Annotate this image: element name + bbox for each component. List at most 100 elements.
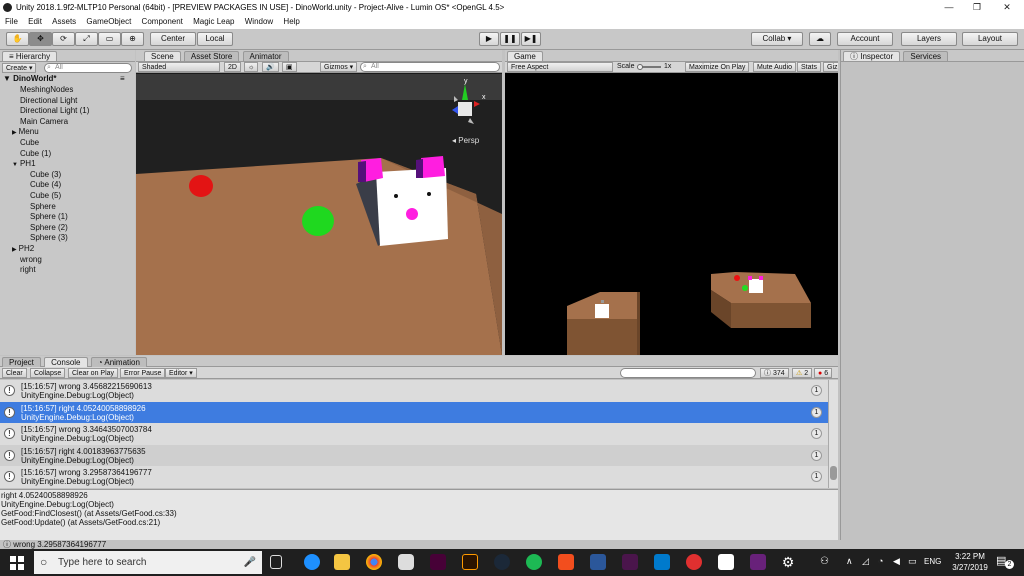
step-button[interactable]: ▶❚: [521, 32, 541, 46]
effects-icon[interactable]: ▣: [282, 62, 297, 72]
console-collapse-button[interactable]: Collapse: [30, 368, 66, 378]
maximize-button[interactable]: ❐: [962, 0, 992, 15]
scene-root-item[interactable]: ▼ DinoWorld*: [3, 74, 57, 84]
layout-dropdown[interactable]: Layout: [962, 32, 1018, 46]
tab-animator[interactable]: Animator: [242, 51, 289, 61]
battery-icon[interactable]: ▭: [908, 556, 917, 567]
console-clear-button[interactable]: Clear: [2, 368, 27, 378]
shading-mode-dropdown[interactable]: Shaded: [138, 62, 220, 72]
light-icon[interactable]: ☼: [244, 62, 259, 72]
hierarchy-create-dropdown[interactable]: Create ▾: [2, 63, 37, 73]
maximize-on-play-toggle[interactable]: Maximize On Play: [685, 62, 750, 72]
audio-icon[interactable]: 🔊: [262, 62, 279, 72]
aspect-dropdown[interactable]: Free Aspect: [507, 62, 613, 72]
file-explorer-icon[interactable]: [334, 554, 350, 570]
hierarchy-item[interactable]: MeshingNodes: [20, 85, 73, 95]
adobe-xd-icon[interactable]: [430, 554, 446, 570]
vscode-icon[interactable]: [654, 554, 670, 570]
menu-edit[interactable]: Edit: [28, 17, 42, 26]
hierarchy-item[interactable]: ▶ PH2: [12, 244, 34, 255]
menu-window[interactable]: Window: [245, 17, 273, 26]
menu-assets[interactable]: Assets: [52, 17, 76, 26]
console-log-row[interactable]: ! [15:16:57] wrong 3.45682215690613 UnityE…: [0, 380, 828, 401]
scale-slider-handle[interactable]: [637, 64, 643, 70]
chrome-icon[interactable]: [366, 554, 382, 570]
scene-search-input[interactable]: ⌕ All: [360, 62, 500, 72]
stats-toggle[interactable]: Stats: [797, 62, 821, 72]
tab-console[interactable]: Console: [44, 357, 88, 367]
edge-icon[interactable]: [304, 554, 320, 570]
app-icon[interactable]: [398, 554, 414, 570]
hand-tool-button[interactable]: ✋: [6, 32, 29, 46]
console-log-row[interactable]: ! [15:16:57] wrong 3.34643507003784 UnityE…: [0, 423, 828, 445]
hierarchy-item[interactable]: Sphere (2): [30, 223, 68, 233]
app-red-icon[interactable]: [686, 554, 702, 570]
windows-start-icon[interactable]: [10, 556, 24, 570]
console-log-row[interactable]: ! [15:16:57] right 4.00183963775635 UnityE…: [0, 444, 828, 466]
console-error-pause-button[interactable]: Error Pause: [120, 368, 166, 378]
tray-chevron-icon[interactable]: ∧: [846, 556, 853, 567]
projection-label[interactable]: ◂ Persp: [452, 136, 479, 145]
task-view-icon[interactable]: [270, 555, 282, 569]
menu-help[interactable]: Help: [283, 17, 299, 26]
pivot-center-toggle[interactable]: Center: [150, 32, 196, 46]
console-clear-on-play-button[interactable]: Clear on Play: [68, 368, 119, 378]
rotate-tool-button[interactable]: ⟳: [52, 32, 75, 46]
layers-dropdown[interactable]: Layers: [901, 32, 957, 46]
pause-button[interactable]: ❚❚: [500, 32, 520, 46]
taskbar-search-box[interactable]: ○ Type here to search 🎤: [34, 551, 262, 574]
tab-animation[interactable]: ◔ Animation: [90, 357, 147, 367]
settings-gear-icon[interactable]: ⚙: [780, 554, 796, 570]
menu-file[interactable]: File: [5, 17, 18, 26]
warning-count-toggle[interactable]: ⚠ 2: [792, 368, 813, 378]
play-button[interactable]: ▶: [479, 32, 499, 46]
minimize-button[interactable]: —: [934, 0, 964, 15]
notifications-icon[interactable]: ▤ 2: [996, 554, 1014, 570]
console-log-row[interactable]: ! [15:16:57] wrong 3.29587364196777 UnityE…: [0, 466, 828, 488]
tab-scene[interactable]: Scene: [144, 51, 181, 61]
hierarchy-item[interactable]: Main Camera: [20, 117, 68, 127]
console-scrollbar-thumb[interactable]: [830, 466, 837, 480]
people-icon[interactable]: ⚇: [820, 556, 829, 567]
account-dropdown[interactable]: Account: [837, 32, 893, 46]
hierarchy-item[interactable]: Cube (5): [30, 191, 61, 201]
hierarchy-item[interactable]: right: [20, 265, 36, 275]
transform-tool-button[interactable]: ⊕: [121, 32, 144, 46]
hierarchy-item[interactable]: Cube (4): [30, 180, 61, 190]
hierarchy-item[interactable]: Sphere (1): [30, 212, 68, 222]
visual-studio-icon[interactable]: [750, 554, 766, 570]
gizmos-dropdown[interactable]: Gizmos ▾: [320, 62, 358, 72]
menu-magic-leap[interactable]: Magic Leap: [193, 17, 234, 26]
hierarchy-item[interactable]: Directional Light: [20, 96, 77, 106]
tab-hierarchy[interactable]: ≡ Hierarchy: [2, 51, 58, 61]
hierarchy-item[interactable]: Directional Light (1): [20, 106, 89, 116]
hierarchy-item[interactable]: Sphere: [30, 202, 56, 212]
scene-menu-icon[interactable]: ≡: [120, 74, 125, 83]
tab-project[interactable]: Project: [2, 357, 41, 367]
figma-icon[interactable]: [558, 554, 574, 570]
expanded-arrow-icon[interactable]: ▼: [12, 162, 18, 168]
collab-button[interactable]: Collab ▾: [751, 32, 803, 46]
status-bar[interactable]: ⓘ wrong 3.29587364196777: [0, 540, 1024, 549]
cloud-icon[interactable]: ☁: [809, 32, 831, 46]
game-gizmos-toggle[interactable]: Giz: [823, 62, 838, 72]
hierarchy-item[interactable]: Cube: [20, 138, 39, 148]
hierarchy-item[interactable]: Cube (1): [20, 149, 51, 159]
console-search-input[interactable]: [620, 368, 756, 378]
tab-inspector[interactable]: ⓘ Inspector: [843, 51, 901, 61]
volume-icon[interactable]: ◀: [893, 556, 900, 567]
tab-game[interactable]: Game: [507, 51, 543, 61]
collapsed-arrow-icon[interactable]: ▶: [12, 130, 17, 136]
hierarchy-item[interactable]: ▶ Menu: [12, 127, 39, 138]
network-icon[interactable]: ◿: [862, 556, 869, 567]
tab-asset-store[interactable]: Asset Store: [183, 51, 240, 61]
menu-gameobject[interactable]: GameObject: [86, 17, 131, 26]
hierarchy-item[interactable]: Sphere (3): [30, 233, 68, 243]
adobe-illustrator-icon[interactable]: [462, 554, 478, 570]
hierarchy-search-input[interactable]: ⌕ All: [44, 63, 132, 73]
microphone-icon[interactable]: 🎤: [244, 551, 256, 574]
language-indicator[interactable]: ENG: [924, 557, 941, 566]
hierarchy-item[interactable]: wrong: [20, 255, 42, 265]
error-count-toggle[interactable]: ● 6: [814, 368, 833, 378]
scale-tool-button[interactable]: ⤢: [75, 32, 98, 46]
